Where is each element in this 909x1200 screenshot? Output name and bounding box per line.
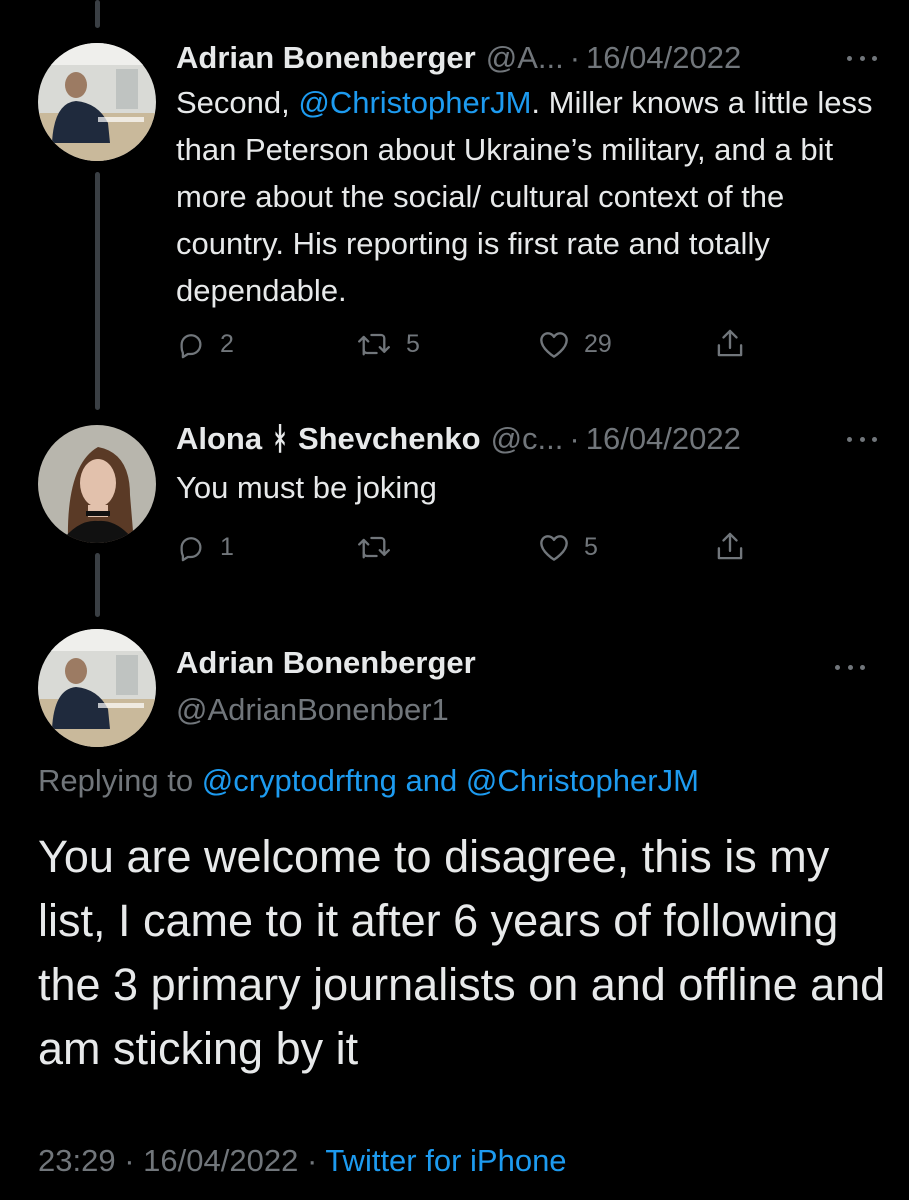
- share-icon: [717, 329, 743, 357]
- like-icon: [540, 332, 568, 358]
- separator: ·: [569, 421, 580, 456]
- mention-link[interactable]: @ChristopherJM: [298, 85, 531, 120]
- mention-link[interactable]: @ChristopherJM: [466, 763, 699, 798]
- separator: ·: [124, 1143, 135, 1178]
- tweet-date[interactable]: 16/04/2022: [586, 421, 741, 457]
- tweet-date[interactable]: 16/04/2022: [586, 40, 741, 76]
- replying-and: and: [405, 763, 458, 798]
- main-tweet-text: You are welcome to disagree, this is my …: [38, 831, 886, 1074]
- avatar-photo-man-at-table: [38, 629, 156, 747]
- author-handle[interactable]: @AdrianBonenber1: [176, 692, 449, 728]
- like-button[interactable]: 5: [538, 527, 598, 567]
- thread-line-top: [95, 0, 100, 28]
- more-horizontal-icon[interactable]: [845, 43, 879, 73]
- avatar-photo-woman: [38, 425, 156, 543]
- author-name[interactable]: Adrian Bonenberger: [176, 40, 476, 76]
- tweet-time[interactable]: 23:29: [38, 1143, 116, 1178]
- tweet-meta: 23:29 · 16/04/2022 · Twitter for iPhone: [38, 1143, 567, 1179]
- thread-line-1: [95, 172, 100, 410]
- tweet-header: Alona ᚼ Shevchenko @c... · 16/04/2022: [176, 419, 879, 459]
- retweet-count: 5: [406, 329, 420, 358]
- reply-button[interactable]: 1: [176, 527, 234, 567]
- reply-button[interactable]: 2: [176, 324, 234, 364]
- share-button[interactable]: [714, 527, 746, 567]
- replying-to: Replying to @cryptodrftng and @Christoph…: [38, 763, 699, 799]
- retweet-icon: [358, 333, 390, 356]
- replying-prefix: Replying to: [38, 763, 194, 798]
- like-count: 5: [584, 532, 598, 561]
- like-count: 29: [584, 329, 612, 358]
- share-icon: [717, 532, 743, 560]
- reply-icon: [180, 334, 202, 359]
- author-name[interactable]: Adrian Bonenberger: [176, 645, 476, 681]
- mention-link[interactable]: @cryptodrftng: [202, 763, 397, 798]
- author-name[interactable]: Alona ᚼ Shevchenko: [176, 421, 481, 457]
- author-handle[interactable]: @c...: [491, 421, 564, 457]
- avatar-photo-man-at-table: [38, 43, 156, 161]
- reply-count: 2: [220, 329, 234, 358]
- author-handle[interactable]: @A...: [486, 40, 564, 76]
- retweet-icon: [358, 536, 390, 559]
- more-horizontal-icon[interactable]: [845, 424, 879, 454]
- retweet-button[interactable]: [356, 527, 406, 567]
- tweet-date[interactable]: 16/04/2022: [143, 1143, 298, 1178]
- more-horizontal-icon[interactable]: [833, 652, 867, 682]
- like-button[interactable]: 29: [538, 324, 612, 364]
- reply-icon: [180, 537, 202, 562]
- avatar[interactable]: [38, 629, 156, 747]
- like-icon: [540, 535, 568, 561]
- tweet-text-part: Second,: [176, 85, 299, 120]
- tweet-header: Adrian Bonenberger @A... · 16/04/2022: [176, 38, 879, 78]
- avatar[interactable]: [38, 43, 156, 161]
- tweet-source-link[interactable]: Twitter for iPhone: [325, 1143, 566, 1178]
- retweet-button[interactable]: 5: [356, 324, 420, 364]
- reply-count: 1: [220, 532, 234, 561]
- separator: ·: [306, 1143, 318, 1178]
- share-button[interactable]: [714, 324, 746, 364]
- tweet-text: Second, @ChristopherJM. Miller knows a l…: [176, 79, 879, 314]
- avatar[interactable]: [38, 425, 156, 543]
- separator: ·: [569, 40, 581, 75]
- tweet-text: You must be joking: [176, 470, 437, 505]
- thread-line-2: [95, 553, 100, 617]
